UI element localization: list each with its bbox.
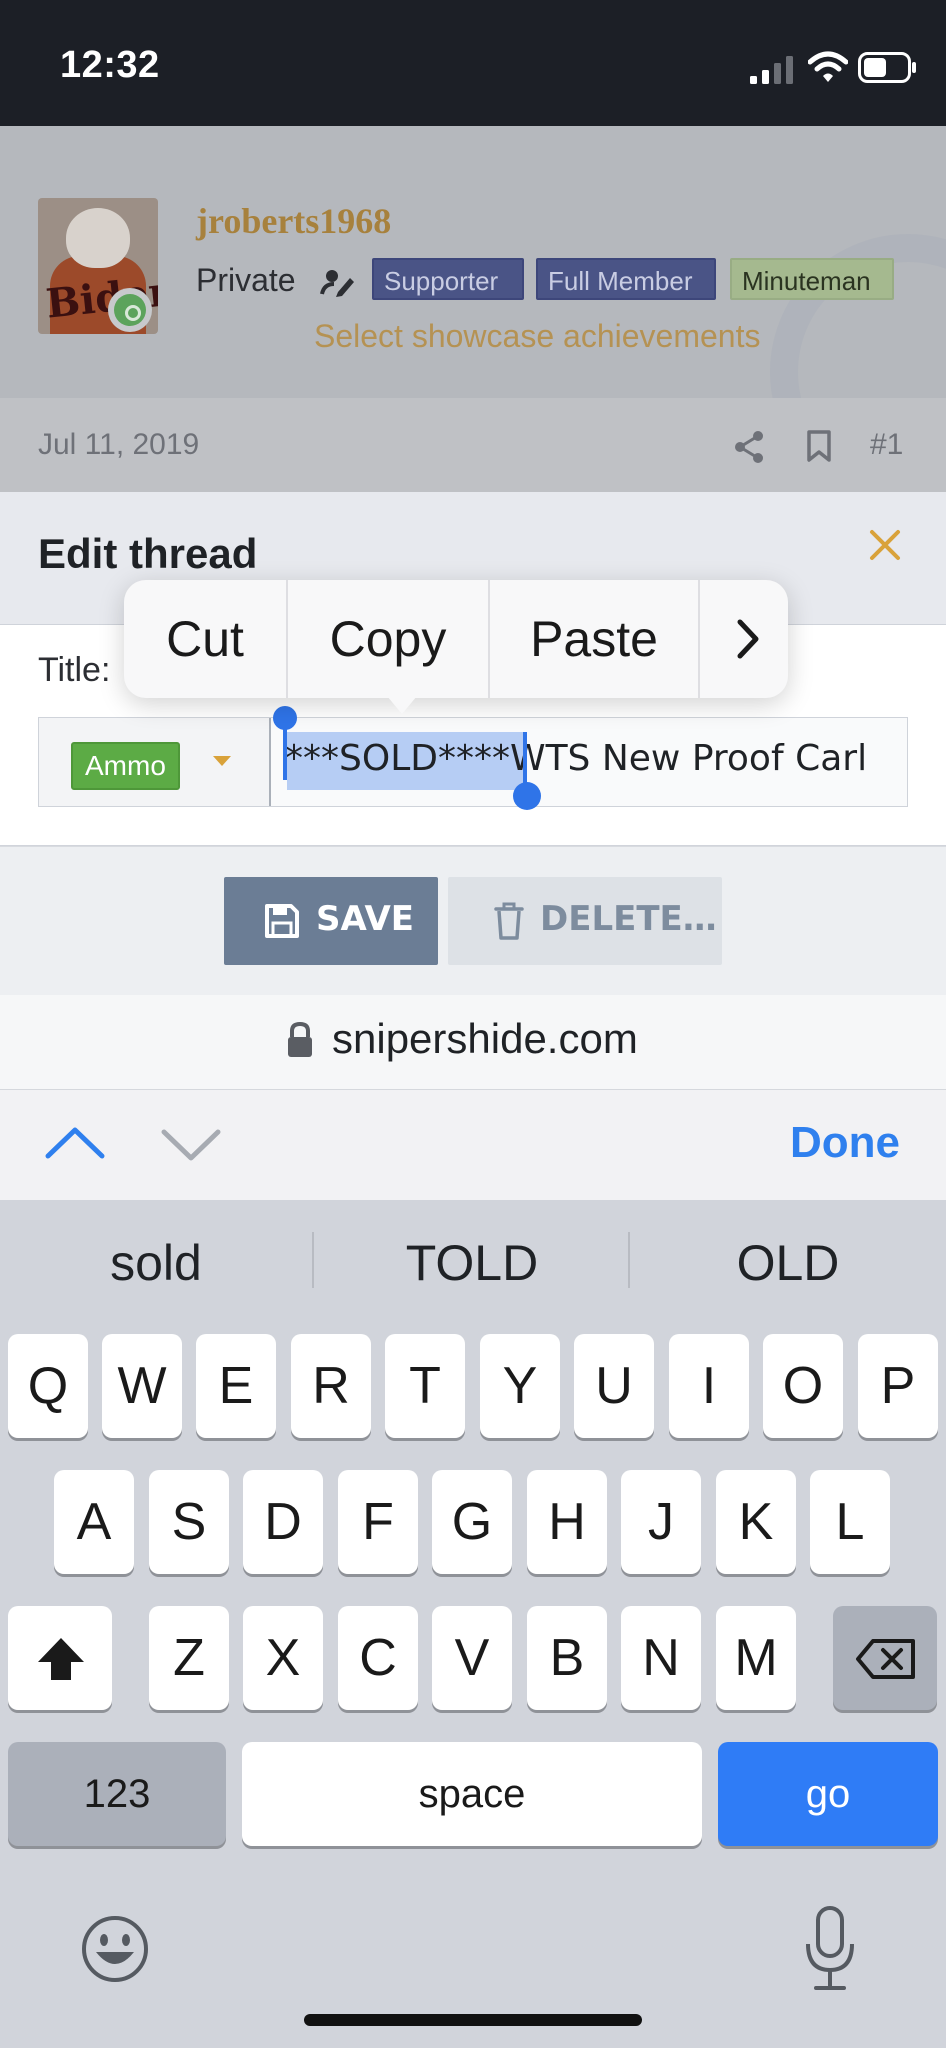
- key-d[interactable]: D: [243, 1470, 323, 1574]
- title-field-label: Title:: [38, 651, 111, 689]
- wifi-icon: [808, 51, 848, 82]
- key-u[interactable]: U: [574, 1334, 654, 1438]
- post-number-link[interactable]: #1: [870, 428, 903, 462]
- key-p[interactable]: P: [858, 1334, 938, 1438]
- selection-start-knob[interactable]: [273, 706, 297, 730]
- background-page: Biden jroberts1968 Private Supporter Ful…: [0, 126, 946, 492]
- close-icon[interactable]: [862, 522, 908, 568]
- copy-menu-item[interactable]: Copy: [288, 580, 488, 698]
- suggestion-1[interactable]: sold: [6, 1234, 306, 1292]
- done-button[interactable]: Done: [790, 1118, 900, 1168]
- username-link[interactable]: jroberts1968: [196, 200, 391, 242]
- numbers-key[interactable]: 123: [8, 1742, 226, 1846]
- key-n[interactable]: N: [621, 1606, 701, 1710]
- key-g[interactable]: G: [432, 1470, 512, 1574]
- key-j[interactable]: J: [621, 1470, 701, 1574]
- post-date[interactable]: Jul 11, 2019: [38, 428, 199, 462]
- space-key[interactable]: space: [242, 1742, 702, 1846]
- key-z[interactable]: Z: [149, 1606, 229, 1710]
- shift-key[interactable]: [8, 1606, 112, 1710]
- title-input-group: Ammo ***SOLD****WTS New Proof Carl: [38, 706, 908, 810]
- previous-field-chevron-up-icon[interactable]: [44, 1122, 106, 1162]
- key-v[interactable]: V: [432, 1606, 512, 1710]
- keyboard-accessory-bar: Done: [0, 1090, 946, 1200]
- selection-end-knob[interactable]: [513, 782, 541, 810]
- edit-user-icon: [320, 270, 354, 297]
- next-field-chevron-down-icon[interactable]: [160, 1124, 222, 1164]
- title-remaining-text: WTS New Proof Carl: [509, 738, 868, 779]
- key-x[interactable]: X: [243, 1606, 323, 1710]
- prefix-select[interactable]: Ammo: [39, 718, 271, 806]
- bookmark-icon[interactable]: [806, 430, 832, 462]
- go-key[interactable]: go: [718, 1742, 938, 1846]
- key-y[interactable]: Y: [480, 1334, 560, 1438]
- emoji-icon[interactable]: [80, 1914, 150, 1984]
- caret-down-icon: [213, 756, 231, 766]
- user-title: Private: [196, 262, 296, 298]
- home-indicator[interactable]: [304, 2014, 642, 2026]
- key-e[interactable]: E: [196, 1334, 276, 1438]
- key-q[interactable]: Q: [8, 1334, 88, 1438]
- trash-icon: [494, 902, 524, 940]
- key-a[interactable]: A: [54, 1470, 134, 1574]
- shift-arrow-icon: [38, 1638, 84, 1680]
- suggestion-3[interactable]: OLD: [638, 1234, 938, 1292]
- share-icon[interactable]: [734, 430, 766, 464]
- banner-supporter: Supporter: [372, 258, 524, 300]
- showcase-achievements-link[interactable]: Select showcase achievements: [314, 318, 760, 355]
- key-f[interactable]: F: [338, 1470, 418, 1574]
- floppy-disk-icon: [265, 904, 299, 938]
- key-b[interactable]: B: [527, 1606, 607, 1710]
- suggestion-divider: [312, 1232, 314, 1288]
- online-status-icon: [108, 288, 152, 332]
- status-time: 12:32: [60, 44, 160, 86]
- cut-menu-item[interactable]: Cut: [124, 580, 286, 698]
- delete-button[interactable]: DELETE…: [448, 877, 722, 965]
- delete-button-label: DELETE…: [540, 899, 717, 939]
- key-w[interactable]: W: [102, 1334, 182, 1438]
- status-bar: 12:32: [0, 0, 946, 126]
- modal-title: Edit thread: [38, 530, 258, 577]
- cellular-signal-icon: [750, 56, 793, 84]
- url-domain: snipershide.com: [332, 1015, 638, 1062]
- paste-menu-item[interactable]: Paste: [490, 580, 698, 698]
- key-k[interactable]: K: [716, 1470, 796, 1574]
- chevron-right-icon[interactable]: [730, 616, 766, 662]
- key-c[interactable]: C: [338, 1606, 418, 1710]
- microphone-icon[interactable]: [802, 1906, 858, 1992]
- key-m[interactable]: M: [716, 1606, 796, 1710]
- banner-full-member: Full Member: [536, 258, 716, 300]
- lock-icon: [288, 1021, 312, 1057]
- key-h[interactable]: H: [527, 1470, 607, 1574]
- key-r[interactable]: R: [291, 1334, 371, 1438]
- battery-icon: [858, 52, 916, 83]
- key-l[interactable]: L: [810, 1470, 890, 1574]
- browser-url-bar[interactable]: snipershide.com: [0, 995, 946, 1090]
- save-button-label: SAVE: [316, 899, 415, 939]
- key-t[interactable]: T: [385, 1334, 465, 1438]
- banner-minuteman: Minuteman: [730, 258, 894, 300]
- suggestion-2[interactable]: TOLD: [322, 1234, 622, 1292]
- title-input[interactable]: ***SOLD****WTS New Proof Carl: [285, 738, 867, 779]
- key-s[interactable]: S: [149, 1470, 229, 1574]
- suggestion-divider: [628, 1232, 630, 1288]
- key-i[interactable]: I: [669, 1334, 749, 1438]
- backspace-key[interactable]: [833, 1606, 937, 1710]
- post-header: Biden jroberts1968 Private Supporter Ful…: [0, 126, 946, 492]
- backspace-icon: [856, 1639, 915, 1679]
- title-selected-text: ***SOLD****: [285, 738, 510, 779]
- edit-menu-pointer: [382, 690, 422, 714]
- modal-footer: SAVE DELETE…: [0, 846, 946, 996]
- keyboard: sold TOLD OLD Q W E R T Y U I O P A S D …: [0, 1200, 946, 2048]
- key-o[interactable]: O: [763, 1334, 843, 1438]
- save-button[interactable]: SAVE: [224, 877, 438, 965]
- text-edit-menu: Cut Copy Paste: [124, 580, 788, 698]
- prefix-tag: Ammo: [71, 742, 180, 790]
- menu-divider: [698, 580, 700, 698]
- post-meta-bar: Jul 11, 2019 #1: [0, 398, 946, 492]
